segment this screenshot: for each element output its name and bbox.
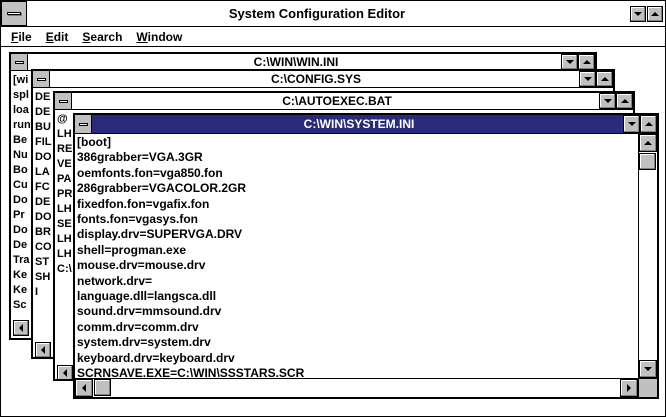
window-system-menu-button[interactable] — [11, 54, 28, 70]
arrow-up-icon — [644, 141, 652, 145]
text-line: display.drv=SUPERVGA.DRV — [77, 227, 243, 242]
scroll-left-button[interactable] — [75, 379, 93, 397]
app-system-menu-button[interactable] — [1, 1, 27, 26]
vertical-scrollbar[interactable] — [638, 134, 657, 378]
system-menu-icon — [6, 12, 22, 15]
system-menu-icon — [78, 122, 88, 126]
window-maximize-button[interactable] — [578, 54, 595, 70]
vertical-scroll-thumb[interactable] — [639, 153, 656, 170]
window-title-bar[interactable]: C:\AUTOEXEC.BAT — [55, 93, 633, 110]
maximize-icon — [582, 60, 591, 64]
maximize-icon — [651, 12, 659, 16]
text-line: keyboard.drv=keyboard.drv — [77, 350, 235, 365]
window-title: C:\AUTOEXEC.BAT — [282, 94, 392, 108]
menu-search[interactable]: Search — [82, 30, 122, 44]
system-menu-icon — [14, 60, 24, 64]
text-line: oemfonts.fon=vga850.fon — [77, 165, 223, 180]
minimize-icon — [634, 12, 642, 16]
arrow-down-icon — [644, 367, 652, 371]
window-title: C:\CONFIG.SYS — [270, 72, 361, 86]
scroll-right-button[interactable] — [620, 379, 638, 397]
window-title: C:\WIN\WIN.INI — [253, 55, 339, 69]
window-maximize-button[interactable] — [640, 115, 657, 133]
menu-file[interactable]: File — [11, 30, 32, 44]
system-menu-icon — [36, 77, 46, 81]
system-menu-icon — [58, 99, 68, 103]
scroll-up-button[interactable] — [639, 134, 657, 152]
window-minimize-button[interactable] — [623, 115, 640, 133]
maximize-icon — [620, 99, 629, 103]
window-maximize-button[interactable] — [596, 71, 613, 87]
scrollbar-corner — [638, 378, 657, 397]
arrow-left-icon — [63, 369, 67, 377]
window-system-menu-button[interactable] — [33, 71, 50, 87]
arrow-right-icon — [627, 384, 631, 392]
maximize-icon — [600, 77, 609, 81]
arrow-left-icon — [82, 384, 86, 392]
menu-bar: File Edit Search Window — [1, 27, 665, 47]
text-line: mouse.drv=mouse.drv — [77, 258, 206, 273]
window-system-menu-button[interactable] — [75, 115, 92, 133]
window-title-bar[interactable]: C:\WIN\SYSTEM.INI — [75, 115, 657, 134]
app-title: System Configuration Editor — [228, 6, 406, 21]
window-maximize-button[interactable] — [616, 93, 633, 109]
app-title-bar: System Configuration Editor — [1, 1, 665, 27]
text-line: fonts.fon=vgasys.fon — [77, 212, 199, 227]
window-title: C:\WIN\SYSTEM.INI — [303, 117, 415, 131]
window-system-ini[interactable]: C:\WIN\SYSTEM.INI [boot] 386grabber=VGA.… — [73, 113, 659, 399]
text-line: SCRNSAVE.EXE=C:\WIN\SSSTARS.SCR — [77, 366, 305, 377]
app-maximize-button[interactable] — [647, 6, 663, 22]
text-line: fixedfon.fon=vgafix.fon — [77, 196, 210, 211]
scroll-left-button[interactable] — [35, 342, 51, 357]
horizontal-scroll-thumb[interactable] — [94, 379, 111, 396]
window-minimize-button[interactable] — [561, 54, 578, 70]
text-line: 386grabber=VGA.3GR — [77, 150, 203, 165]
minimize-icon — [627, 122, 636, 126]
horizontal-scrollbar[interactable] — [75, 378, 638, 397]
text-line: sound.drv=mmsound.drv — [77, 304, 222, 319]
window-minimize-button[interactable] — [599, 93, 616, 109]
text-line: [boot] — [77, 135, 111, 149]
minimize-icon — [565, 60, 574, 64]
menu-window[interactable]: Window — [136, 30, 182, 44]
text-line: language.dll=langsca.dll — [77, 289, 217, 304]
minimize-icon — [603, 99, 612, 103]
minimize-icon — [583, 77, 592, 81]
scroll-down-button[interactable] — [639, 360, 657, 378]
text-line: 286grabber=VGACOLOR.2GR — [77, 181, 247, 196]
arrow-left-icon — [19, 324, 23, 332]
maximize-icon — [644, 122, 653, 126]
text-line: system.drv=system.drv — [77, 335, 211, 350]
arrow-left-icon — [41, 346, 45, 354]
window-minimize-button[interactable] — [579, 71, 596, 87]
menu-edit[interactable]: Edit — [46, 30, 69, 44]
scroll-left-button[interactable] — [13, 320, 29, 336]
app-window: System Configuration Editor File Edit Se… — [0, 0, 666, 417]
text-line: comm.drv=comm.drv — [77, 319, 199, 334]
window-title-bar[interactable]: C:\CONFIG.SYS — [33, 71, 613, 88]
text-line: network.drv= — [77, 273, 153, 288]
window-system-menu-button[interactable] — [55, 93, 72, 109]
scroll-left-button[interactable] — [57, 365, 73, 379]
text-line: shell=progman.exe — [77, 242, 187, 257]
text-content[interactable]: [boot] 386grabber=VGA.3GR oemfonts.fon=v… — [77, 135, 637, 377]
app-minimize-button[interactable] — [630, 6, 646, 22]
